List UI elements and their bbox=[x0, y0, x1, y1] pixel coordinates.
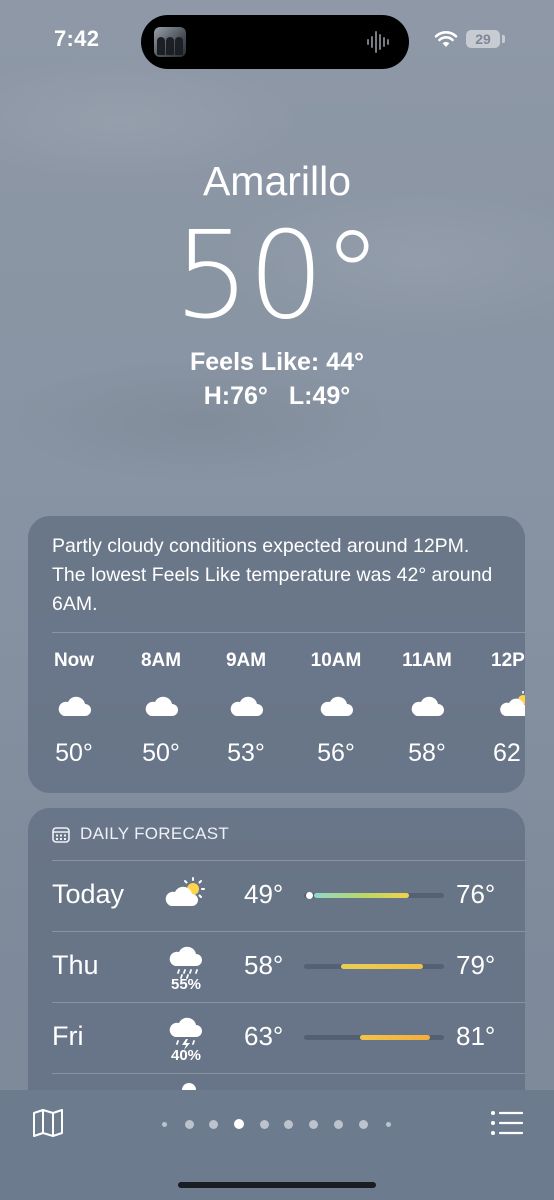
temp-range-bar bbox=[304, 1035, 444, 1040]
high-temp: 79° bbox=[456, 950, 496, 980]
high-temp: H:76° bbox=[203, 382, 268, 410]
page-dot-active bbox=[234, 1119, 244, 1129]
hour-label: Now bbox=[53, 650, 95, 671]
thunderstorm-icon bbox=[169, 1017, 202, 1050]
page-dot bbox=[185, 1120, 194, 1129]
list-icon[interactable] bbox=[490, 1110, 524, 1136]
hour-label: 12P bbox=[491, 650, 525, 671]
hour-temp: 53° bbox=[227, 739, 265, 767]
dynamic-island[interactable] bbox=[141, 15, 409, 69]
page-dot bbox=[284, 1120, 293, 1129]
day-row-today[interactable]: Today 49° 76° bbox=[28, 861, 525, 931]
feels-like: Feels Like: 44° bbox=[190, 348, 364, 376]
current-temperature: 50° bbox=[173, 207, 383, 346]
wifi-icon bbox=[434, 31, 458, 47]
current-temp-dot bbox=[306, 892, 313, 899]
city-name: Amarillo bbox=[202, 158, 352, 204]
page-dot bbox=[359, 1120, 368, 1129]
day-row-thu[interactable]: Thu 55% 58° 79° bbox=[28, 932, 525, 1002]
audio-waveform-icon bbox=[367, 31, 389, 53]
daily-forecast-card[interactable]: DAILY FORECAST Today 49° 76° Thu 55% 58°… bbox=[28, 808, 525, 1098]
page-dot bbox=[334, 1120, 343, 1129]
home-indicator[interactable] bbox=[178, 1182, 376, 1188]
precip-chance: 40% bbox=[170, 1047, 202, 1064]
cloud-icon bbox=[320, 696, 353, 716]
page-dot bbox=[260, 1120, 269, 1129]
page-dot bbox=[309, 1120, 318, 1129]
partly-cloudy-icon bbox=[165, 877, 205, 906]
temp-range-fill bbox=[360, 1035, 430, 1040]
temp-range-fill bbox=[314, 893, 409, 898]
day-label: Thu bbox=[52, 950, 99, 980]
high-low: H:76° L:49° bbox=[0, 382, 554, 411]
low-temp: 49° bbox=[244, 879, 284, 909]
cloud-icon bbox=[145, 696, 178, 716]
conditions-summary: Partly cloudy conditions expected around… bbox=[52, 535, 493, 615]
cloud-icon bbox=[230, 696, 263, 716]
day-label: Today bbox=[52, 879, 125, 909]
page-dot bbox=[209, 1120, 218, 1129]
day-label: Fri bbox=[52, 1021, 84, 1051]
precip-chance: 55% bbox=[170, 976, 202, 993]
temp-range-bar bbox=[304, 964, 444, 969]
hour-label: 8AM bbox=[140, 650, 182, 671]
now-playing-artwork bbox=[154, 27, 186, 57]
hourly-forecast-card[interactable]: Partly cloudy conditions expected around… bbox=[28, 516, 525, 793]
cloud-icon bbox=[411, 696, 444, 716]
high-temp: 76° bbox=[456, 879, 496, 909]
hour-temp: 58° bbox=[408, 739, 446, 767]
high-temp: 81° bbox=[456, 1021, 496, 1051]
calendar-icon bbox=[52, 827, 70, 843]
low-temp: 63° bbox=[244, 1021, 284, 1051]
hour-temp: 50° bbox=[55, 739, 93, 767]
rain-icon bbox=[169, 946, 202, 979]
hour-label: 9AM bbox=[225, 650, 267, 671]
page-dot bbox=[386, 1122, 391, 1127]
bottom-toolbar bbox=[0, 1090, 554, 1200]
temp-range-fill bbox=[341, 964, 423, 969]
hour-temp: 50° bbox=[142, 739, 180, 767]
divider bbox=[52, 1073, 525, 1074]
map-icon[interactable] bbox=[32, 1108, 64, 1138]
day-row-fri[interactable]: Fri 40% 63° 81° bbox=[28, 1003, 525, 1073]
status-time: 7:42 bbox=[54, 26, 100, 51]
hourly-list[interactable]: Now 50° 8AM 50° 9AM 53° 10AM 56° 11AM 58… bbox=[28, 633, 525, 788]
battery-tip bbox=[502, 35, 505, 43]
page-indicator[interactable] bbox=[150, 1118, 404, 1130]
battery-indicator: 29 bbox=[466, 30, 500, 48]
cloud-icon bbox=[58, 696, 91, 716]
low-temp: 58° bbox=[244, 950, 284, 980]
hour-temp: 62 bbox=[493, 739, 521, 767]
low-temp: L:49° bbox=[288, 382, 351, 410]
hour-temp: 56° bbox=[317, 739, 355, 767]
daily-forecast-heading: DAILY FORECAST bbox=[80, 824, 230, 843]
hour-label: 10AM bbox=[310, 650, 362, 671]
hour-label: 11AM bbox=[402, 650, 452, 671]
partly-cloudy-icon bbox=[500, 691, 525, 716]
page-dot bbox=[162, 1122, 167, 1127]
temp-range-bar bbox=[304, 892, 444, 899]
